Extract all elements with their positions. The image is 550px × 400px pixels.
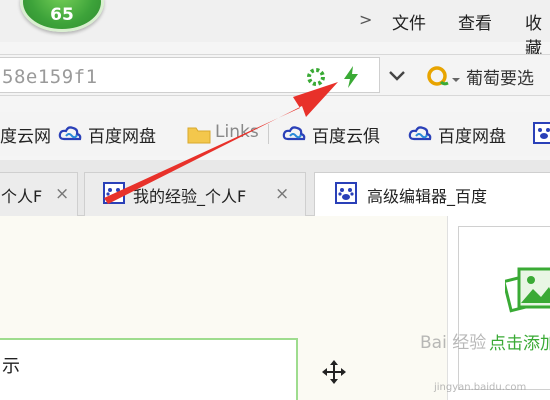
watermark-url: jingyan.baidu.com	[434, 382, 527, 393]
watermark: Bai 经验	[420, 333, 487, 353]
baidu-cloud-icon	[58, 126, 82, 141]
address-bar: 58e159f1 葡萄要选	[0, 54, 550, 96]
tab-label: 高级编辑器_百度	[367, 187, 488, 206]
bookmark-label: 度云网	[0, 127, 51, 147]
tab-bar: 个人F × 我的经验_个人F × 高级编辑器_百度	[0, 160, 550, 217]
tab-personal[interactable]: 个人F ×	[0, 172, 78, 216]
menu-file[interactable]: 文件	[392, 9, 426, 34]
lightning-icon[interactable]	[341, 65, 361, 89]
bookmark-separator	[268, 124, 269, 144]
side-panel: 点击添加	[447, 216, 550, 400]
editor-text: 示	[2, 356, 20, 377]
page-content: 示 点击添加	[0, 216, 550, 400]
url-input[interactable]: 58e159f1	[0, 57, 380, 93]
bookmark-label: Links	[215, 122, 259, 142]
chevron-down-icon[interactable]	[384, 61, 410, 89]
tab-advanced-editor[interactable]: 高级编辑器_百度	[314, 172, 550, 217]
close-icon[interactable]: ×	[55, 184, 69, 204]
menu-favorites[interactable]: 收藏	[525, 9, 550, 59]
tab-my-experience[interactable]: 我的经验_个人F ×	[84, 172, 306, 216]
search-input[interactable]: 葡萄要选	[466, 64, 534, 89]
menu-bar: 65 > 文件 查看 收藏	[0, 0, 550, 59]
baidu-paw-icon	[335, 182, 357, 204]
move-icon[interactable]	[320, 358, 348, 386]
picture-icon	[505, 267, 550, 313]
bookmark-label: 百度网盘	[88, 127, 156, 147]
tab-label: 个人F	[1, 187, 43, 206]
bookmark-label: 百度云俱	[312, 127, 380, 147]
close-icon[interactable]: ×	[275, 184, 289, 204]
baidu-cloud-icon	[408, 126, 432, 141]
folder-icon	[187, 127, 211, 144]
chevron-right-icon[interactable]: >	[359, 10, 372, 29]
bookmark-label: 百度网盘	[438, 127, 506, 147]
baidu-cloud-icon	[282, 126, 306, 141]
speed-score-badge[interactable]: 65	[20, 0, 104, 32]
tab-label: 我的经验_个人F	[133, 187, 247, 206]
baidu-paw-icon	[103, 182, 125, 204]
baidu-paw-icon[interactable]	[533, 122, 550, 144]
search-engine-icon[interactable]	[426, 64, 460, 88]
add-image-label: 点击添加	[489, 334, 550, 354]
speed-score-value: 65	[50, 5, 74, 25]
bookmarks-bar: 度云网 百度网盘 Links 百度云俱 百度网盘	[0, 112, 550, 156]
loading-icon	[307, 68, 325, 86]
url-text: 58e159f1	[2, 66, 98, 88]
editor-text-box[interactable]: 示	[0, 338, 298, 400]
add-image-card[interactable]: 点击添加	[458, 226, 550, 390]
menu-view[interactable]: 查看	[458, 9, 492, 34]
